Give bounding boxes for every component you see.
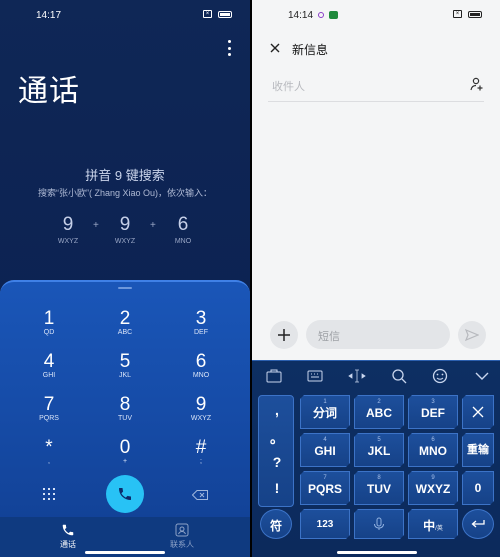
- recipient-field[interactable]: 收件人: [268, 72, 484, 102]
- ime-key-8[interactable]: 8 TUV: [354, 471, 404, 505]
- backspace-icon[interactable]: [192, 490, 208, 500]
- ime-key-3[interactable]: 3 DEF: [408, 395, 458, 429]
- nav-calls-label: 通话: [60, 540, 76, 549]
- message-placeholder: 短信: [318, 331, 340, 343]
- emoji-icon[interactable]: [430, 367, 450, 385]
- ime-keyboard: , 。 ? ! 1 分词 2 ABC 3 DEF 4 GHI 5 JKL 6 MNO 重输 …: [252, 360, 500, 557]
- microphone-icon: [372, 517, 386, 531]
- dial-key-6[interactable]: 6 MNO: [171, 351, 231, 389]
- zero-key[interactable]: 0: [462, 471, 494, 505]
- ime-key-5[interactable]: 5 JKL: [354, 433, 404, 467]
- drag-handle[interactable]: [118, 287, 132, 289]
- punctuation-column: , 。 ? !: [258, 395, 294, 507]
- contacts-icon: [175, 523, 189, 537]
- status-time: 14:14: [288, 10, 314, 21]
- notification-circle-icon: [318, 12, 324, 18]
- sequence-key: 6 MNO: [174, 214, 192, 245]
- ime-key-2[interactable]: 2 ABC: [354, 395, 404, 429]
- voice-key[interactable]: [354, 509, 404, 539]
- ime-key-1[interactable]: 1 分词: [300, 395, 350, 429]
- reinput-key[interactable]: 重输: [462, 433, 494, 467]
- dial-key-5[interactable]: 5 JKL: [95, 351, 155, 389]
- nav-contacts-label: 联系人: [170, 540, 194, 549]
- status-time: 14:17: [36, 10, 62, 21]
- language-switch-key[interactable]: 中/英: [408, 509, 458, 539]
- send-button[interactable]: [458, 321, 486, 349]
- dial-key-star[interactable]: *,: [19, 437, 79, 475]
- battery-icon: [468, 10, 482, 18]
- number-mode-key[interactable]: 123: [300, 509, 350, 539]
- dial-key-3[interactable]: 3 DEF: [171, 308, 231, 346]
- plus-sign: +: [150, 220, 156, 231]
- message-input[interactable]: 短信: [306, 320, 450, 349]
- sequence-key: 9 WXYZ: [114, 214, 136, 245]
- dial-key-hash[interactable]: #;: [171, 437, 231, 475]
- dial-key-8[interactable]: 8 TUV: [95, 394, 155, 432]
- bottom-nav: 通话 联系人: [0, 517, 250, 557]
- home-indicator[interactable]: [337, 551, 417, 554]
- keyboard-layout-icon[interactable]: [305, 367, 325, 385]
- plus-icon: [278, 329, 290, 341]
- phone-icon: [119, 488, 131, 500]
- ime-key-4[interactable]: 4 GHI: [300, 433, 350, 467]
- close-icon[interactable]: [270, 43, 280, 53]
- punct-period[interactable]: 。: [259, 428, 295, 448]
- keypad-toggle-icon[interactable]: [43, 488, 55, 500]
- nav-contacts[interactable]: 联系人: [152, 523, 212, 550]
- symbols-key[interactable]: 符: [260, 509, 292, 539]
- dial-pad: 1 QD 2 ABC 3 DEF 4 GHI 5 JKL 6 MNO 7 PQRS 8 TUV …: [0, 280, 250, 557]
- add-contact-icon[interactable]: [470, 77, 484, 91]
- search-hint-title: 拼音 9 键搜索: [85, 168, 165, 183]
- dial-key-9[interactable]: 9 WXYZ: [171, 394, 231, 432]
- ime-key-9[interactable]: 9 WXYZ: [408, 471, 458, 505]
- close-icon: [472, 406, 484, 418]
- app-notification-icon: [329, 11, 338, 19]
- attach-button[interactable]: [270, 321, 298, 349]
- dial-key-0[interactable]: 0 +: [95, 437, 155, 475]
- punct-exclaim[interactable]: !: [259, 480, 295, 496]
- sim-off-icon: ×: [453, 10, 462, 18]
- page-title: 新信息: [292, 43, 329, 57]
- ime-key-7[interactable]: 7 PQRS: [300, 471, 350, 505]
- dial-key-7[interactable]: 7 PQRS: [19, 394, 79, 432]
- enter-key[interactable]: [462, 509, 494, 539]
- dialer-screen: 14:17 × 通话 拼音 9 键搜索 搜索“张小欧”( Zhang Xiao …: [0, 0, 250, 557]
- message-input-bar: 短信: [252, 316, 500, 356]
- phone-icon: [62, 524, 74, 536]
- ime-key-6[interactable]: 6 MNO: [408, 433, 458, 467]
- home-indicator[interactable]: [85, 551, 165, 554]
- call-button[interactable]: [106, 475, 144, 513]
- enter-icon: [471, 520, 485, 528]
- dial-key-1[interactable]: 1 QD: [19, 308, 79, 346]
- new-message-screen: 14:14 × 新信息 收件人 短信 , 。 ? ! 1 分词 2 ABC 3 …: [252, 0, 500, 557]
- page-title: 通话: [18, 75, 80, 108]
- dial-key-4[interactable]: 4 GHI: [19, 351, 79, 389]
- battery-icon: [218, 10, 232, 18]
- delete-key[interactable]: [462, 395, 494, 429]
- more-options-icon[interactable]: [226, 40, 232, 56]
- cursor-move-icon[interactable]: [347, 367, 367, 385]
- punct-comma[interactable]: ,: [259, 402, 295, 418]
- dial-key-2[interactable]: 2 ABC: [95, 308, 155, 346]
- status-bar: 14:14 ×: [252, 0, 500, 30]
- sequence-key: 9 WXYZ: [57, 214, 79, 245]
- punct-question[interactable]: ?: [259, 454, 295, 470]
- search-hint-subtitle: 搜索“张小欧”( Zhang Xiao Ou)，依次输入：: [37, 188, 213, 198]
- recipient-placeholder: 收件人: [272, 81, 305, 93]
- chevron-down-icon[interactable]: [472, 367, 492, 385]
- status-bar: 14:17 ×: [0, 0, 250, 30]
- sim-off-icon: ×: [203, 10, 212, 18]
- send-icon: [465, 329, 479, 341]
- toolbox-icon[interactable]: [264, 367, 284, 385]
- search-icon[interactable]: [389, 367, 409, 385]
- nav-calls[interactable]: 通话: [38, 523, 98, 550]
- plus-sign: +: [93, 220, 99, 231]
